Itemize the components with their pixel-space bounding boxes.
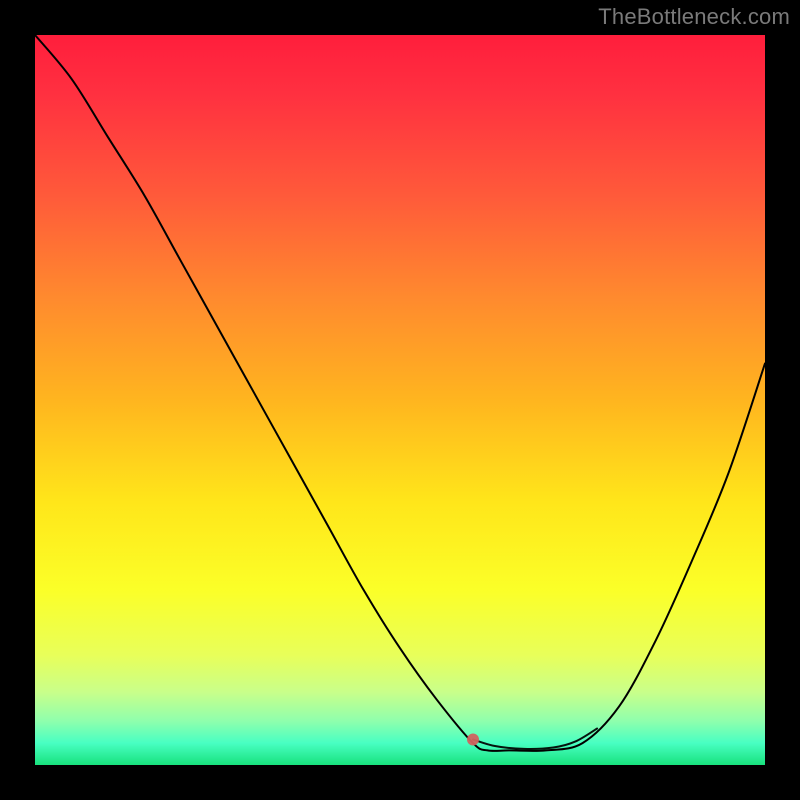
attribution-text: TheBottleneck.com: [598, 4, 790, 30]
chart-svg: [35, 35, 765, 765]
bottleneck-curve: [35, 35, 765, 751]
plot-area: [35, 35, 765, 765]
chart-container: TheBottleneck.com: [0, 0, 800, 800]
valley-marker-start-dot: [467, 734, 479, 746]
